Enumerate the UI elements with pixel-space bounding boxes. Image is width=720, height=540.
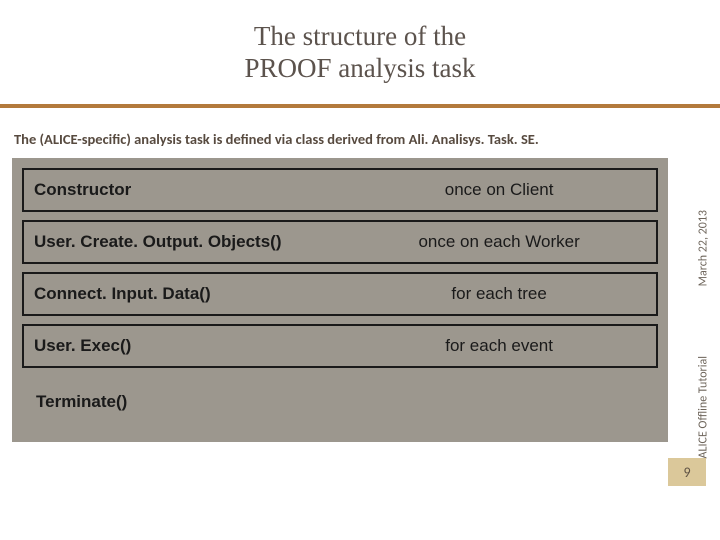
- freq-label: for each event: [352, 336, 646, 356]
- task-board: Constructor once on Client User. Create.…: [12, 158, 668, 442]
- method-label: Constructor: [34, 180, 352, 200]
- task-row-user-exec: User. Exec() for each event: [22, 324, 658, 368]
- method-label: User. Create. Output. Objects(): [34, 232, 352, 252]
- page-number: 9: [683, 464, 690, 481]
- title-line-2: PROOF analysis task: [244, 53, 475, 83]
- title-line-1: The structure of the: [254, 21, 466, 51]
- header-band: The structure of the PROOF analysis task: [0, 0, 720, 108]
- freq-label: once on Client: [352, 180, 646, 200]
- side-date: March 22, 2013: [696, 210, 710, 286]
- method-label: Connect. Input. Data(): [34, 284, 352, 304]
- freq-label: for each tree: [352, 284, 646, 304]
- freq-label: once on each Worker: [352, 232, 646, 252]
- side-tutorial: ALICE Offline Tutorial: [696, 356, 710, 458]
- task-row-create-output: User. Create. Output. Objects() once on …: [22, 220, 658, 264]
- page-number-box: 9: [668, 458, 706, 486]
- terminate-label: Terminate(): [22, 392, 658, 412]
- task-row-connect-input: Connect. Input. Data() for each tree: [22, 272, 658, 316]
- description-text: The (ALICE-specific) analysis task is de…: [14, 130, 708, 148]
- slide-title: The structure of the PROOF analysis task: [244, 20, 475, 85]
- method-label: User. Exec(): [34, 336, 352, 356]
- task-row-constructor: Constructor once on Client: [22, 168, 658, 212]
